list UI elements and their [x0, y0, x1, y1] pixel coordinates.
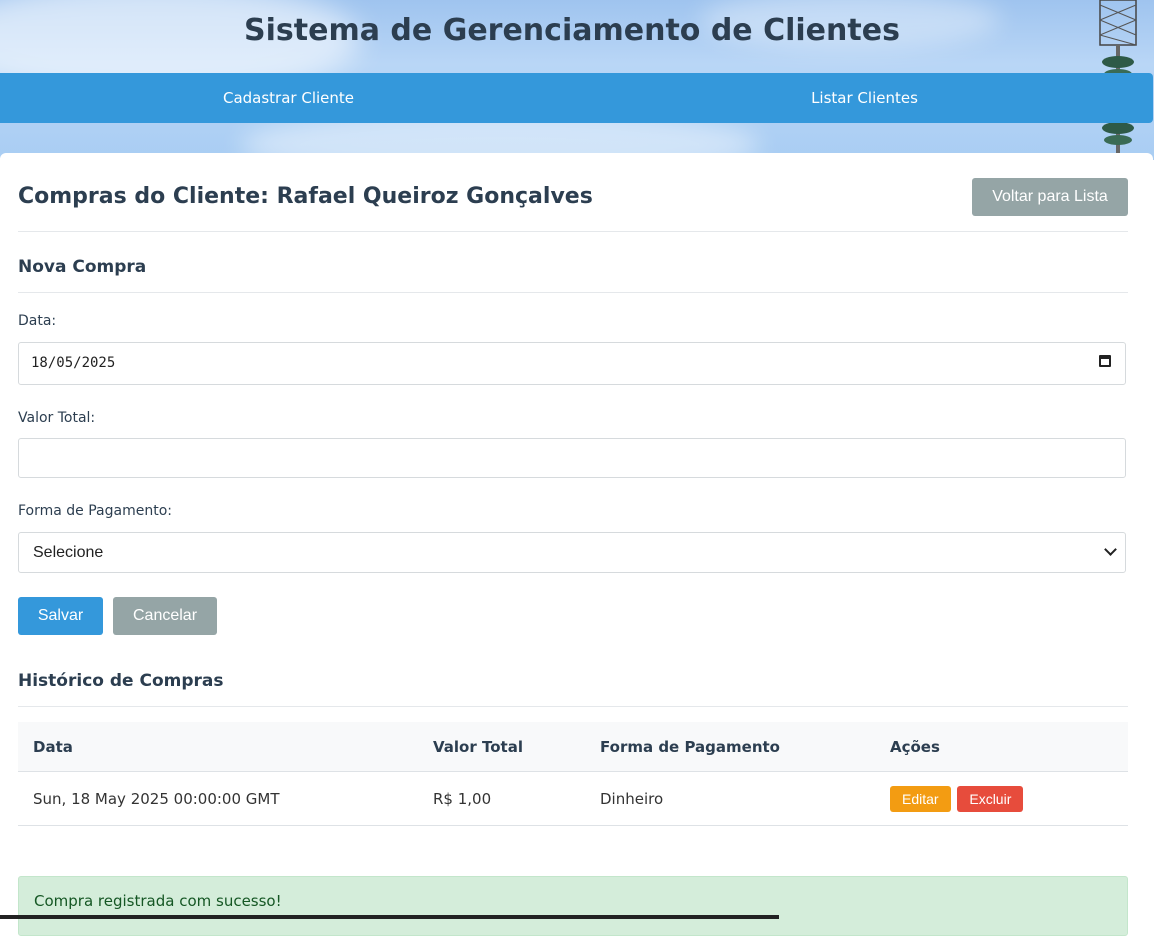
payment-select[interactable]: Selecione — [18, 532, 1126, 573]
success-alert: Compra registrada com sucesso! — [18, 876, 1128, 936]
history-heading: Histórico de Compras — [18, 671, 224, 691]
new-purchase-heading: Nova Compra — [18, 257, 147, 277]
cell-total: R$ 1,00 — [418, 771, 585, 826]
calendar-icon[interactable] — [1099, 355, 1111, 367]
cell-date: Sun, 18 May 2025 00:00:00 GMT — [18, 771, 418, 826]
date-input-value: 18/05/2025 — [31, 355, 116, 371]
total-label: Valor Total: — [18, 410, 96, 426]
cell-actions: Editar Excluir — [875, 771, 1128, 826]
nav-item-cadastrar-cliente[interactable]: Cadastrar Cliente — [0, 73, 577, 123]
date-label: Data: — [18, 313, 57, 329]
table-header-row: Data Valor Total Forma de Pagamento Açõe… — [18, 722, 1128, 772]
column-header-date: Data — [18, 722, 418, 772]
column-header-total: Valor Total — [418, 722, 585, 772]
save-button[interactable]: Salvar — [18, 597, 103, 635]
divider — [18, 292, 1128, 293]
column-header-actions: Ações — [875, 722, 1128, 772]
alert-message: Compra registrada com sucesso! — [34, 892, 282, 910]
total-input[interactable] — [18, 438, 1126, 478]
column-header-payment: Forma de Pagamento — [585, 722, 875, 772]
back-to-list-button[interactable]: Voltar para Lista — [972, 178, 1128, 216]
payment-select-value: Selecione — [33, 544, 104, 561]
main-nav: Cadastrar Cliente Listar Clientes — [0, 73, 1153, 123]
cell-payment: Dinheiro — [585, 771, 875, 826]
date-input[interactable]: 18/05/2025 — [18, 342, 1126, 385]
divider — [18, 231, 1128, 232]
purchase-history-table: Data Valor Total Forma de Pagamento Açõe… — [18, 722, 1128, 826]
chevron-down-icon — [1104, 543, 1117, 556]
page-title: Compras do Cliente: Rafael Queiroz Gonça… — [18, 184, 593, 209]
horizontal-scrollbar[interactable] — [0, 915, 779, 919]
edit-button[interactable]: Editar — [890, 785, 951, 812]
delete-button[interactable]: Excluir — [957, 785, 1024, 812]
payment-label: Forma de Pagamento: — [18, 503, 172, 519]
app-title: Sistema de Gerenciamento de Clientes — [244, 13, 900, 48]
divider — [18, 706, 1128, 707]
cancel-button[interactable]: Cancelar — [113, 597, 217, 635]
nav-item-listar-clientes[interactable]: Listar Clientes — [576, 73, 1153, 123]
table-row: Sun, 18 May 2025 00:00:00 GMT R$ 1,00 Di… — [18, 771, 1128, 826]
